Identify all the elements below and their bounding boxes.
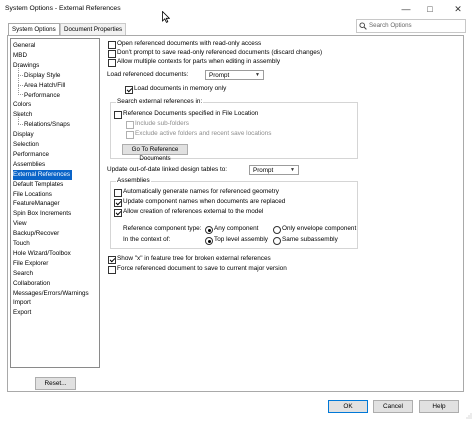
tree-item-spin-box-increments[interactable]: Spin Box Increments: [13, 209, 71, 219]
update-design-tables-label: Update out-of-date linked design tables …: [107, 166, 228, 173]
tree-item-selection[interactable]: Selection: [13, 140, 39, 150]
tree-item-collaboration[interactable]: Collaboration: [13, 279, 50, 289]
search-box[interactable]: [356, 19, 466, 33]
ref-component-type-label: Reference component type:: [123, 225, 202, 232]
update-names-label: Update component names when documents ar…: [123, 198, 286, 205]
same-subassembly-label: Same subassembly: [282, 236, 338, 243]
tree-item-touch[interactable]: Touch: [13, 239, 30, 249]
exclude-active-label: Exclude active folders and recent save l…: [135, 130, 272, 137]
tree-connector: [18, 94, 23, 95]
tree-item-default-templates[interactable]: Default Templates: [13, 180, 63, 190]
tree-item-display[interactable]: Display: [13, 130, 34, 140]
load-in-memory-checkbox[interactable]: [125, 86, 133, 94]
show-x-checkbox[interactable]: [108, 256, 116, 264]
close-button[interactable]: ✕: [451, 3, 465, 16]
resize-grip-icon[interactable]: [466, 413, 472, 419]
options-tree[interactable]: General MBD Drawings Display Style Area …: [10, 38, 100, 368]
top-level-label: Top level assembly: [214, 236, 268, 243]
window-title: System Options - External References: [5, 5, 121, 12]
tree-item-performance[interactable]: Performance: [13, 150, 49, 160]
tree-connector: [18, 75, 23, 76]
load-in-memory-label: Load documents in memory only: [134, 85, 227, 92]
same-subassembly-radio[interactable]: [273, 237, 281, 245]
tree-item-view[interactable]: View: [13, 219, 27, 229]
include-subfolders-label: Include sub-folders: [135, 120, 189, 127]
in-context-label: In the context of:: [123, 236, 171, 243]
goto-reference-documents-button[interactable]: Go To Reference Documents: [122, 144, 188, 162]
force-save-checkbox[interactable]: [108, 266, 116, 274]
tree-item-assemblies[interactable]: Assemblies: [13, 160, 45, 170]
dont-prompt-label: Don't prompt to save read-only reference…: [117, 49, 323, 56]
only-envelope-radio[interactable]: [273, 226, 281, 234]
tree-item-external-references[interactable]: External References: [13, 169, 73, 180]
load-refs-dropdown[interactable]: Prompt ▼: [205, 70, 264, 80]
auto-names-label: Automatically generate names for referen…: [123, 188, 279, 195]
allow-creation-label: Allow creation of references external to…: [123, 208, 264, 215]
tree-connector: [18, 124, 23, 125]
load-refs-value: Prompt: [209, 71, 230, 79]
load-refs-label: Load referenced documents:: [107, 71, 189, 78]
multiple-contexts-label: Allow multiple contexts for parts when e…: [117, 58, 281, 65]
open-readonly-label: Open referenced documents with read-only…: [117, 40, 262, 47]
tree-item-general[interactable]: General: [13, 41, 35, 51]
tree-connector: [18, 85, 23, 86]
tree-item-colors[interactable]: Colors: [13, 100, 31, 110]
tree-item-import[interactable]: Import: [13, 298, 31, 308]
tree-item-drawings-performance[interactable]: Performance: [24, 91, 60, 101]
ref-docs-location-label: Reference Documents specified in File Lo…: [123, 110, 259, 117]
force-save-label: Force referenced document to save to cur…: [117, 265, 287, 272]
dont-prompt-checkbox[interactable]: [108, 50, 116, 58]
tree-item-relations-snaps[interactable]: Relations/Snaps: [24, 120, 70, 130]
chevron-down-icon: ▼: [290, 167, 295, 173]
tree-item-mbd[interactable]: MBD: [13, 51, 27, 61]
ok-button[interactable]: OK: [328, 400, 368, 413]
tree-item-file-locations[interactable]: File Locations: [13, 190, 52, 200]
tree-item-file-explorer[interactable]: File Explorer: [13, 259, 48, 269]
top-level-radio[interactable]: [205, 237, 213, 245]
maximize-button[interactable]: □: [423, 3, 437, 16]
reset-button[interactable]: Reset...: [35, 377, 76, 390]
tree-item-area-hatch-fill[interactable]: Area Hatch/Fill: [24, 81, 65, 91]
open-readonly-checkbox[interactable]: [108, 41, 116, 49]
tree-item-messages-errors-warnings[interactable]: Messages/Errors/Warnings: [13, 289, 89, 299]
search-input[interactable]: [369, 21, 461, 30]
only-envelope-label: Only envelope component: [282, 225, 357, 232]
show-x-label: Show "x" in feature tree for broken exte…: [117, 255, 271, 262]
help-button[interactable]: Help: [419, 400, 459, 413]
ref-docs-location-checkbox[interactable]: [114, 111, 122, 119]
minimize-button[interactable]: —: [399, 3, 413, 16]
allow-creation-checkbox[interactable]: [114, 209, 122, 217]
search-icon: [359, 22, 367, 30]
exclude-active-checkbox[interactable]: [126, 131, 134, 139]
include-subfolders-checkbox[interactable]: [126, 121, 134, 129]
mouse-pointer-icon: [162, 11, 170, 23]
assemblies-group-title: Assemblies: [116, 177, 151, 185]
tree-item-backup-recover[interactable]: Backup/Recover: [13, 229, 59, 239]
tree-item-drawings[interactable]: Drawings: [13, 61, 39, 71]
cancel-button[interactable]: Cancel: [373, 400, 413, 413]
update-names-checkbox[interactable]: [114, 199, 122, 207]
tree-item-export[interactable]: Export: [13, 308, 31, 318]
update-design-tables-dropdown[interactable]: Prompt ▼: [249, 165, 299, 175]
tree-item-search[interactable]: Search: [13, 269, 33, 279]
tree-item-hole-wizard-toolbox[interactable]: Hole Wizard/Toolbox: [13, 249, 71, 259]
tree-item-display-style[interactable]: Display Style: [24, 71, 60, 81]
multiple-contexts-checkbox[interactable]: [108, 59, 116, 67]
any-component-radio[interactable]: [205, 226, 213, 234]
search-references-title: Search external references in:: [116, 98, 204, 106]
tree-item-featuremanager[interactable]: FeatureManager: [13, 199, 60, 209]
any-component-label: Any component: [214, 225, 259, 232]
update-design-tables-value: Prompt: [253, 166, 274, 174]
tree-item-sketch[interactable]: Sketch: [13, 110, 32, 120]
chevron-down-icon: ▼: [255, 72, 260, 78]
auto-names-checkbox[interactable]: [114, 189, 122, 197]
